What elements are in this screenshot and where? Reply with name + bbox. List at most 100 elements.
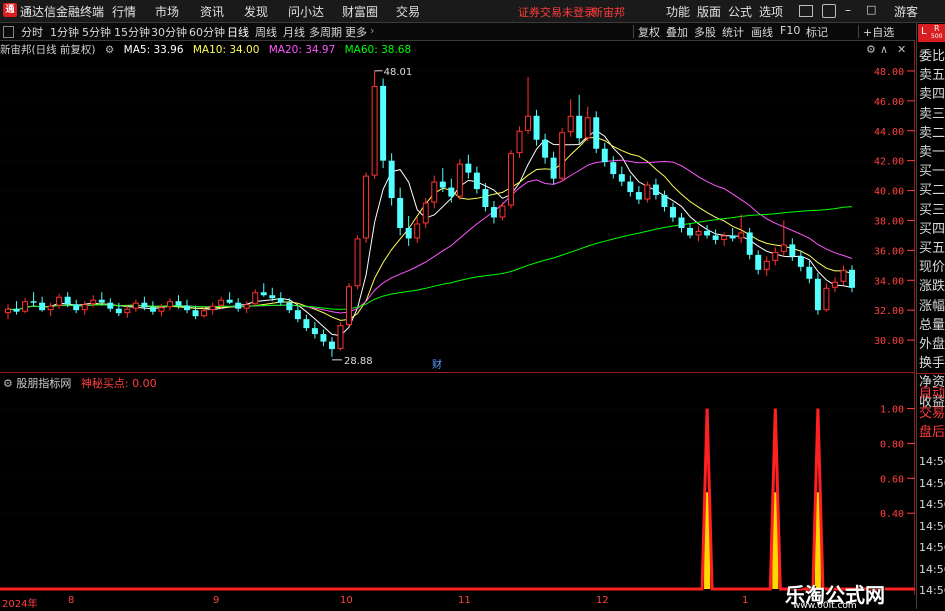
badge-l: L (921, 26, 927, 37)
period-multi[interactable]: 多周期 (309, 24, 342, 40)
menu-ask-xiaoda[interactable]: 问小达 (288, 3, 324, 20)
period-daily[interactable]: 日线 (227, 24, 249, 40)
indicator-tick-label: 0.80 (880, 439, 904, 450)
candle (806, 260, 813, 284)
indicator-settings-icon[interactable]: ⚙ (3, 377, 13, 390)
quote-field-label: 卖一 (919, 145, 945, 160)
chart-title: 新宙邦(日线 前复权) (0, 44, 96, 56)
period-5min[interactable]: 5分钟 (82, 24, 111, 40)
quote-field-label: 买一 (919, 164, 945, 180)
menu-functions[interactable]: 功能 (666, 3, 690, 20)
tool-overlay[interactable]: 叠加 (666, 24, 688, 40)
divider (633, 25, 634, 38)
candle (533, 109, 540, 146)
chevron-right-icon[interactable]: › (370, 24, 374, 37)
menu-quotes[interactable]: 行情 (112, 3, 136, 20)
candle (226, 292, 233, 305)
tool-mark[interactable]: 标记 (806, 24, 828, 40)
candle (371, 70, 378, 179)
period-1min[interactable]: 1分钟 (50, 24, 79, 40)
candle (252, 289, 259, 306)
period-15min[interactable]: 15分钟 (114, 24, 150, 40)
candle (456, 159, 463, 200)
candle (627, 175, 634, 197)
maximize-icon[interactable]: □ (866, 3, 876, 16)
legend-ma60: MA60: 38.68 (344, 44, 412, 56)
indicator-name[interactable]: 股朋指标网 (16, 377, 71, 390)
candle-body (107, 302, 114, 309)
candle-body (593, 117, 600, 149)
date-label: 1 (742, 595, 749, 606)
layout-icon[interactable] (799, 5, 813, 17)
candle-body (192, 310, 199, 317)
menu-discover[interactable]: 发现 (244, 3, 268, 20)
candle (559, 127, 566, 182)
kline-chart[interactable]: 48.00 46.00 44.00 42.00 40.00 38.00 36.00 34.00… (0, 40, 915, 373)
candle-body (252, 292, 259, 305)
candle-body (320, 334, 327, 342)
candle-body (567, 115, 574, 133)
candle-body (533, 115, 540, 140)
candle (831, 277, 838, 293)
candle (405, 215, 412, 246)
price-grid (0, 40, 915, 373)
menu-market[interactable]: 市场 (155, 3, 179, 20)
add-watchlist-button[interactable]: +自选 (863, 24, 894, 40)
price-tick-label: 48.00 (874, 67, 904, 78)
price-tick-label: 34.00 (874, 276, 904, 287)
menu-formula[interactable]: 公式 (728, 3, 752, 20)
candle (755, 250, 762, 275)
candle (584, 106, 591, 142)
period-60min[interactable]: 60分钟 (189, 24, 225, 40)
guest-user[interactable]: 游客 (894, 3, 918, 20)
menu-wealth-circle[interactable]: 财富圈 (342, 3, 378, 20)
candle (124, 305, 131, 318)
tool-adjust[interactable]: 复权 (638, 24, 660, 40)
quote-field-label: 买四 (919, 221, 945, 237)
current-stock-name: 新宙邦 (592, 6, 625, 19)
collapse-icon[interactable]: ∧ (880, 43, 888, 56)
quote-field-label: 买二 (919, 183, 945, 199)
candle-body (669, 207, 676, 218)
quote-field-label: 涨跌 (919, 279, 945, 295)
candle (311, 322, 318, 339)
period-monthly[interactable]: 月线 (283, 24, 305, 40)
close-chart-icon[interactable]: ✕ (897, 43, 906, 56)
candle (277, 292, 284, 306)
login-status[interactable]: 证券交易未登录 (518, 4, 595, 20)
candle-body (431, 181, 438, 203)
candle (516, 126, 523, 158)
tool-multistock[interactable]: 多股 (694, 24, 716, 40)
candle (550, 151, 557, 185)
candle-body (286, 302, 293, 311)
minimize-icon[interactable]: – (845, 3, 851, 17)
candle (704, 224, 711, 239)
candle (380, 78, 387, 169)
menu-trade[interactable]: 交易 (396, 3, 420, 20)
lr-badge[interactable]: L R 500 (918, 24, 945, 42)
candle-body (559, 132, 566, 179)
date-label: 12 (596, 595, 609, 606)
trade-time: 14:56 (919, 476, 945, 490)
screen-icon[interactable] (822, 4, 836, 18)
menu-layout[interactable]: 版面 (697, 3, 721, 20)
indicator-chart[interactable]: 1.00 0.80 0.60 0.40 (0, 373, 915, 595)
tool-statistics[interactable]: 统计 (722, 24, 744, 40)
candle-body (780, 244, 787, 252)
period-timeshare[interactable]: 分时 (21, 24, 43, 40)
menu-news[interactable]: 资讯 (200, 3, 224, 20)
settings-icon[interactable]: ⚙ (105, 44, 114, 56)
menu-options[interactable]: 选项 (759, 3, 783, 20)
candle-body (337, 325, 344, 350)
tool-draw[interactable]: 画线 (751, 24, 773, 40)
candle (397, 187, 404, 236)
chart-settings-icon[interactable]: ⚙ (866, 43, 876, 56)
candle-body (30, 301, 37, 303)
candle (5, 304, 11, 320)
period-30min[interactable]: 30分钟 (151, 24, 187, 40)
candle-body (746, 232, 753, 255)
sidebar-toggle-icon[interactable] (3, 26, 14, 38)
tool-f10[interactable]: F10 (780, 24, 800, 37)
period-weekly[interactable]: 周线 (255, 24, 277, 40)
period-more[interactable]: 更多 (345, 24, 367, 40)
